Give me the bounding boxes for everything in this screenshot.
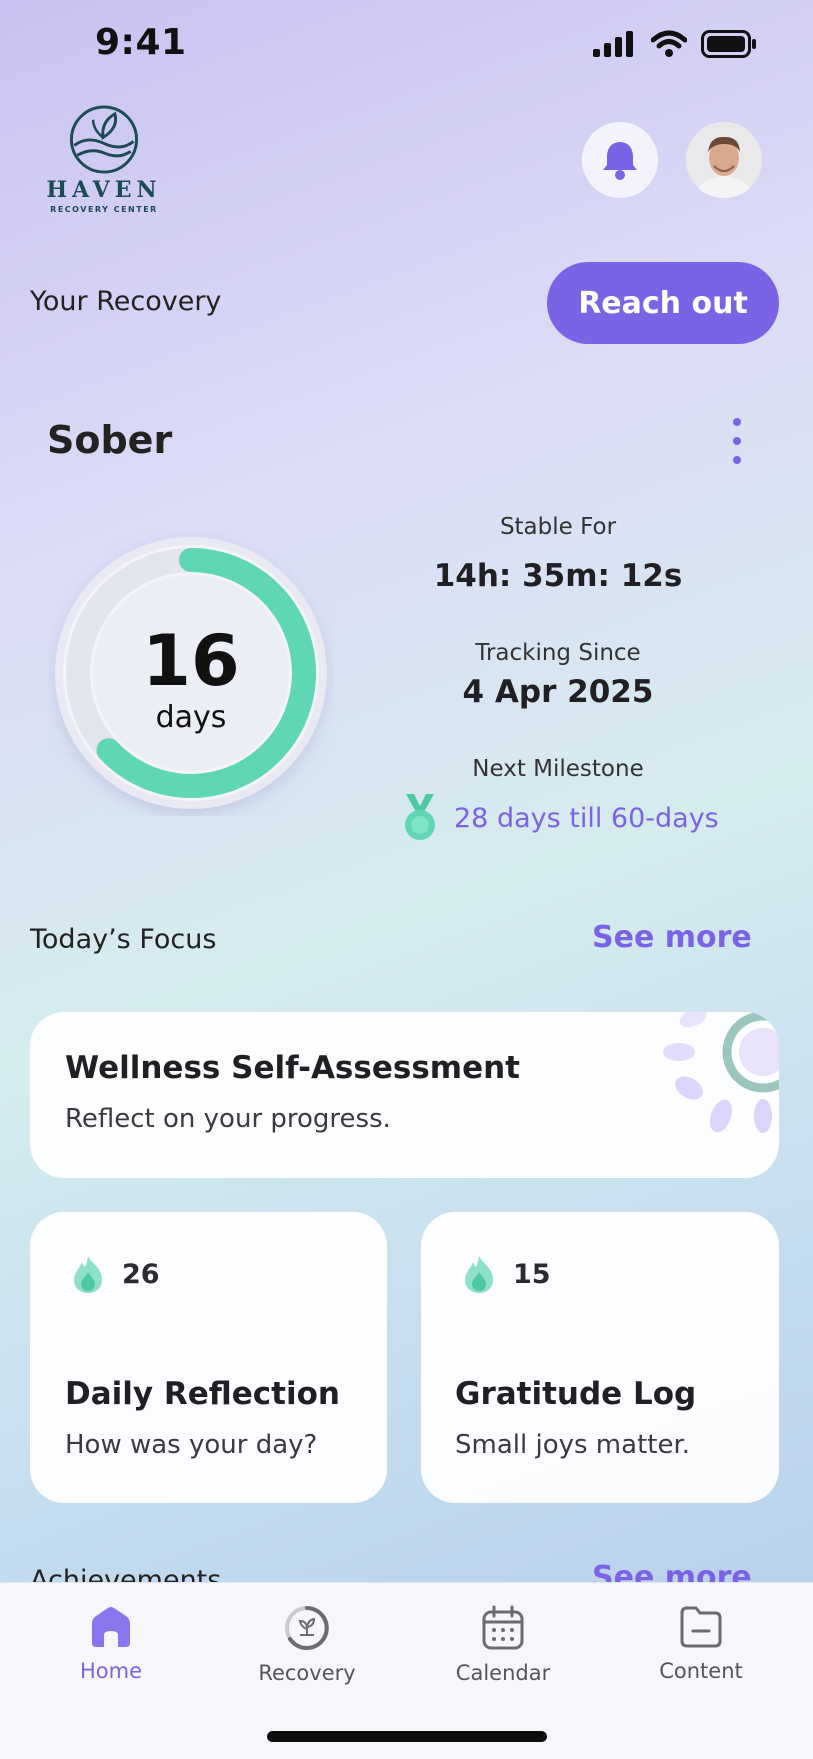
haven-logo: HAVEN RECOVERY CENTER bbox=[44, 104, 164, 214]
days-count: 16 bbox=[142, 620, 240, 702]
content-icon bbox=[680, 1606, 722, 1648]
cellular-signal-icon bbox=[593, 31, 633, 57]
notifications-button[interactable] bbox=[582, 122, 658, 198]
gratitude-log-card[interactable]: 15 Gratitude Log Small joys matter. bbox=[421, 1212, 779, 1503]
stable-for-value: 14h: 35m: 12s bbox=[433, 558, 683, 594]
stable-for-label: Stable For bbox=[499, 514, 617, 540]
status-time: 9:41 bbox=[95, 22, 187, 63]
todays-focus-heading: Today’s Focus bbox=[30, 924, 217, 955]
calendar-icon bbox=[482, 1605, 524, 1650]
nav-home[interactable]: Home bbox=[36, 1605, 186, 1683]
gratitude-streak-count: 15 bbox=[513, 1258, 551, 1290]
haven-logo-mark-icon bbox=[69, 105, 139, 174]
wellness-card-title: Wellness Self-Assessment bbox=[65, 1050, 520, 1086]
battery-icon bbox=[701, 30, 756, 58]
tracker-title: Sober bbox=[47, 418, 173, 462]
wifi-icon bbox=[651, 30, 687, 57]
flame-icon bbox=[465, 1256, 493, 1293]
home-icon bbox=[92, 1607, 130, 1647]
nav-calendar[interactable]: Calendar bbox=[428, 1605, 578, 1685]
nav-calendar-label: Calendar bbox=[455, 1661, 551, 1685]
gratitude-streak: 15 bbox=[461, 1254, 551, 1294]
profile-avatar[interactable] bbox=[686, 122, 762, 198]
medal-icon bbox=[405, 794, 435, 840]
nav-recovery[interactable]: Recovery bbox=[232, 1605, 382, 1685]
next-milestone-value: 28 days till 60-days bbox=[454, 802, 719, 834]
sun-decoration-icon bbox=[663, 1012, 779, 1133]
logo-name: HAVEN bbox=[46, 177, 162, 203]
tracking-since-label: Tracking Since bbox=[475, 640, 641, 666]
daily-reflection-card[interactable]: 26 Daily Reflection How was your day? bbox=[30, 1212, 387, 1503]
next-milestone-label: Next Milestone bbox=[472, 756, 644, 782]
home-indicator bbox=[267, 1731, 547, 1742]
logo-subtitle: RECOVERY CENTER bbox=[50, 205, 158, 214]
wellness-assessment-card[interactable]: Wellness Self-Assessment Reflect on your… bbox=[30, 1012, 779, 1178]
gratitude-log-title: Gratitude Log bbox=[455, 1376, 697, 1412]
tracking-since-value: 4 Apr 2025 bbox=[462, 674, 654, 710]
nav-content[interactable]: Content bbox=[626, 1605, 776, 1683]
bell-icon bbox=[603, 142, 637, 180]
wellness-card-subtitle: Reflect on your progress. bbox=[65, 1104, 391, 1134]
focus-see-more-link[interactable]: See more bbox=[592, 920, 752, 955]
flame-icon bbox=[74, 1256, 102, 1293]
reach-out-button[interactable]: Reach out bbox=[547, 262, 779, 344]
status-icons bbox=[593, 30, 757, 58]
nav-content-label: Content bbox=[659, 1659, 743, 1683]
nav-recovery-label: Recovery bbox=[258, 1661, 356, 1685]
daily-reflection-title: Daily Reflection bbox=[65, 1376, 340, 1412]
reflection-streak-count: 26 bbox=[122, 1258, 160, 1290]
recovery-icon bbox=[285, 1606, 329, 1650]
gratitude-log-subtitle: Small joys matter. bbox=[455, 1430, 691, 1460]
your-recovery-heading: Your Recovery bbox=[30, 286, 222, 317]
daily-reflection-subtitle: How was your day? bbox=[65, 1430, 318, 1460]
days-unit: days bbox=[155, 700, 227, 735]
nav-home-label: Home bbox=[79, 1659, 142, 1683]
avatar-photo-icon bbox=[686, 122, 762, 198]
more-options-icon[interactable] bbox=[722, 418, 752, 464]
reflection-streak: 26 bbox=[70, 1254, 160, 1294]
next-milestone[interactable]: 28 days till 60-days bbox=[400, 794, 719, 842]
